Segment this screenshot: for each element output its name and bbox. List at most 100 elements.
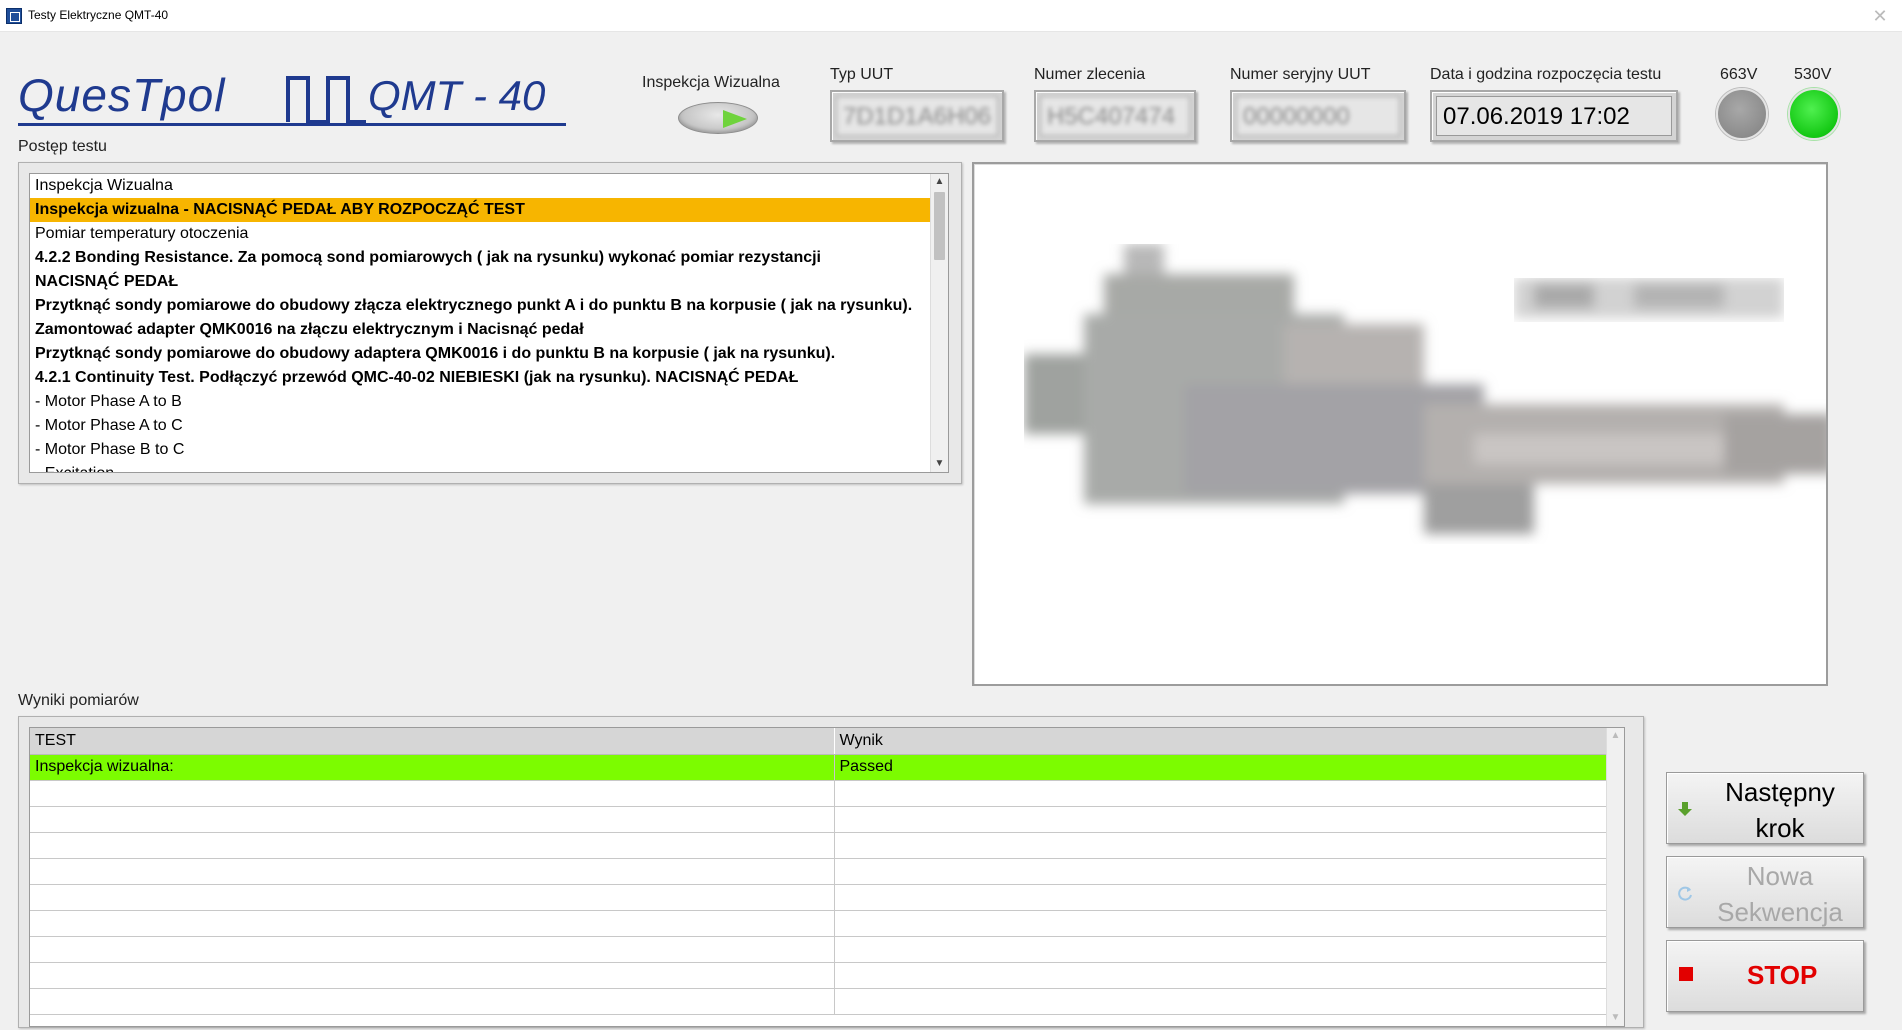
- new-sequence-button[interactable]: Nowa Sekwencja: [1666, 856, 1864, 928]
- scroll-down-icon[interactable]: ▼: [931, 456, 948, 472]
- cell-empty: [30, 832, 835, 859]
- column-header-wynik[interactable]: Wynik: [834, 728, 1618, 755]
- cell-empty: [834, 962, 1618, 989]
- cell-empty: [834, 910, 1618, 937]
- results-table: TEST Wynik Inspekcja wizualna: Passed: [30, 728, 1618, 1015]
- cell-empty: [30, 858, 835, 885]
- part-label-image: [1514, 278, 1784, 318]
- new-sequence-label-1: Nowa: [1746, 861, 1814, 891]
- next-step-button[interactable]: Następny krok: [1666, 772, 1864, 844]
- window-titlebar: Testy Elektryczne QMT-40 ✕: [0, 0, 1902, 32]
- led-530v-label: 530V: [1794, 66, 1832, 83]
- table-row-empty[interactable]: [30, 884, 1618, 911]
- close-icon[interactable]: ✕: [1868, 4, 1892, 28]
- table-row-empty[interactable]: [30, 988, 1618, 1015]
- scroll-thumb[interactable]: [934, 192, 945, 260]
- stop-square-icon: [1679, 967, 1693, 981]
- scroll-up-icon[interactable]: ▲: [931, 174, 948, 190]
- logo-brand: QuesTpol: [18, 69, 226, 121]
- progress-item[interactable]: 4.2.1 Continuity Test. Podłączyć przewód…: [30, 366, 932, 390]
- stop-button[interactable]: STOP: [1666, 940, 1864, 1012]
- logo-model: QMT - 40: [368, 72, 546, 119]
- numer-zlecenia-value: H5C407474: [1040, 96, 1190, 136]
- results-table-wrapper[interactable]: TEST Wynik Inspekcja wizualna: Passed ▲ ▼: [29, 727, 1625, 1027]
- cell-empty: [834, 858, 1618, 885]
- logo-underline: [18, 123, 566, 126]
- progress-item[interactable]: Zamontować adapter QMK0016 na złączu ele…: [30, 318, 932, 342]
- typ-uut-label: Typ UUT: [830, 66, 894, 83]
- app-icon: [6, 8, 22, 24]
- table-row-empty[interactable]: [30, 780, 1618, 807]
- cell-empty: [30, 962, 835, 989]
- table-row-empty[interactable]: [30, 806, 1618, 833]
- table-row-empty[interactable]: [30, 962, 1618, 989]
- table-row[interactable]: Inspekcja wizualna: Passed: [30, 754, 1618, 781]
- logo-wave-icon: [286, 76, 366, 124]
- cell-empty: [30, 936, 835, 963]
- column-header-test[interactable]: TEST: [30, 728, 835, 755]
- led-530v-indicator: [1788, 88, 1840, 140]
- progress-item[interactable]: NACISNĄĆ PEDAŁ: [30, 270, 932, 294]
- scroll-up-icon[interactable]: ▲: [1607, 728, 1624, 744]
- progress-item[interactable]: - Motor Phase A to C: [30, 414, 932, 438]
- progress-item[interactable]: 4.2.2 Bonding Resistance. Za pomocą sond…: [30, 246, 932, 270]
- data-godzina-field: 07.06.2019 17:02: [1430, 90, 1678, 142]
- numer-zlecenia-label: Numer zlecenia: [1034, 66, 1146, 83]
- company-logo: QuesTpol QMT - 40: [18, 62, 566, 132]
- typ-uut-field: 7D1D1A6H06: [830, 90, 1004, 142]
- led-663v-indicator: [1716, 88, 1768, 140]
- results-header-row: TEST Wynik: [30, 728, 1618, 755]
- progress-item[interactable]: - Motor Phase A to B: [30, 390, 932, 414]
- numer-zlecenia-field: H5C407474: [1034, 90, 1196, 142]
- table-row-empty[interactable]: [30, 832, 1618, 859]
- cell-empty: [30, 910, 835, 937]
- window-title: Testy Elektryczne QMT-40: [28, 8, 169, 22]
- numer-seryjny-label: Numer seryjny UUT: [1230, 66, 1371, 83]
- progress-item[interactable]: - Excitation: [30, 462, 932, 472]
- data-godzina-label: Data i godzina rozpoczęcia testu: [1430, 66, 1662, 83]
- results-body: Inspekcja wizualna: Passed: [30, 754, 1618, 1015]
- progress-item[interactable]: Pomiar temperatury otoczenia: [30, 222, 932, 246]
- inspection-label: Inspekcja Wizualna: [642, 74, 780, 91]
- test-illustration-frame: [972, 162, 1828, 686]
- progress-item[interactable]: Inspekcja Wizualna: [30, 174, 932, 198]
- progress-list[interactable]: Inspekcja Wizualna Inspekcja wizualna - N…: [29, 173, 949, 473]
- numer-seryjny-value: 00000000: [1236, 96, 1400, 136]
- cell-empty: [834, 780, 1618, 807]
- cell-wynik: Passed: [834, 754, 1618, 781]
- results-scrollbar[interactable]: ▲ ▼: [1606, 728, 1624, 1026]
- results-label: Wyniki pomiarów: [18, 692, 139, 709]
- table-row-empty[interactable]: [30, 910, 1618, 937]
- stop-label: STOP: [1747, 960, 1818, 990]
- cell-empty: [834, 806, 1618, 833]
- progress-item[interactable]: Przytknąć sondy pomiarowe do obudowy ada…: [30, 342, 932, 366]
- refresh-icon: [1678, 886, 1692, 901]
- table-row-empty[interactable]: [30, 858, 1618, 885]
- progress-item-selected[interactable]: Inspekcja wizualna - NACISNĄĆ PEDAŁ ABY …: [30, 198, 932, 222]
- play-arrow-icon: [723, 110, 747, 128]
- cell-empty: [30, 884, 835, 911]
- table-row-empty[interactable]: [30, 936, 1618, 963]
- inspection-indicator: [678, 102, 758, 134]
- cell-empty: [834, 988, 1618, 1015]
- scroll-down-icon[interactable]: ▼: [1607, 1010, 1624, 1026]
- new-sequence-label-2: Sekwencja: [1717, 897, 1843, 927]
- progress-label: Postęp testu: [18, 138, 107, 155]
- progress-item[interactable]: Przytknąć sondy pomiarowe do obudowy złą…: [30, 294, 932, 318]
- cell-empty: [30, 780, 835, 807]
- results-frame: TEST Wynik Inspekcja wizualna: Passed ▲ ▼: [18, 716, 1644, 1028]
- cell-empty: [834, 884, 1618, 911]
- numer-seryjny-field: 00000000: [1230, 90, 1406, 142]
- next-step-label-2: krok: [1755, 813, 1805, 843]
- progress-items: Inspekcja Wizualna Inspekcja wizualna - N…: [30, 174, 948, 472]
- cell-empty: [834, 936, 1618, 963]
- data-godzina-value: 07.06.2019 17:02: [1436, 96, 1672, 136]
- progress-item[interactable]: - Motor Phase B to C: [30, 438, 932, 462]
- cell-empty: [30, 806, 835, 833]
- progress-scrollbar[interactable]: ▲ ▼: [930, 174, 948, 472]
- next-step-label-1: Następny: [1725, 777, 1835, 807]
- progress-list-frame: Inspekcja Wizualna Inspekcja wizualna - N…: [18, 162, 962, 484]
- typ-uut-value: 7D1D1A6H06: [836, 96, 998, 136]
- cell-test: Inspekcja wizualna:: [30, 754, 835, 781]
- cell-empty: [30, 988, 835, 1015]
